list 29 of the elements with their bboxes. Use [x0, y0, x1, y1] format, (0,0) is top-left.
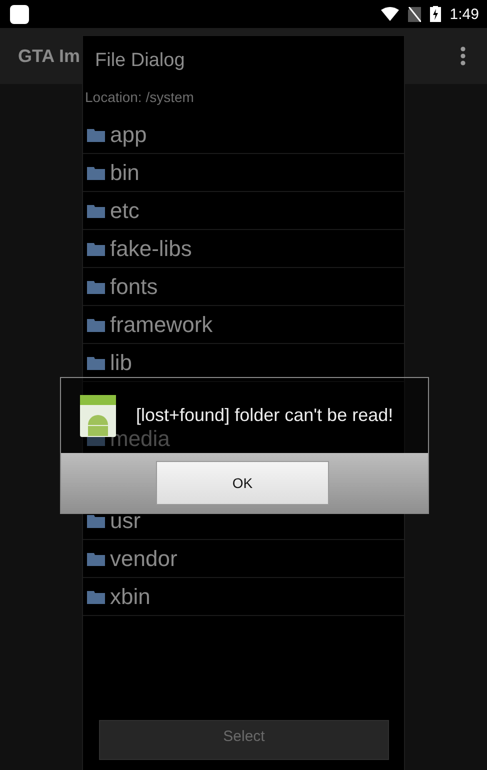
wifi-icon: [380, 7, 399, 21]
overflow-menu-icon[interactable]: [460, 46, 466, 66]
location-label: Location: /system: [84, 90, 195, 107]
no-sim-icon: [408, 6, 421, 22]
clock-time: 1:49: [450, 6, 479, 22]
folder-icon: [87, 242, 105, 256]
folder-name[interactable]: lib: [110, 350, 132, 376]
folder-icon: [87, 280, 105, 294]
folder-name[interactable]: fonts: [110, 274, 158, 300]
folder-name[interactable]: fake-libs: [110, 236, 192, 262]
folder-name[interactable]: bin: [110, 160, 140, 186]
folder-name[interactable]: framework: [110, 312, 213, 338]
ok-button[interactable]: OK: [156, 461, 329, 505]
app-title: GTA Im: [18, 46, 80, 66]
folder-icon: [87, 356, 105, 370]
notification-icon: [10, 4, 29, 24]
folder-icon: [87, 204, 105, 218]
folder-icon: [87, 128, 105, 142]
alert-message: [lost+found] folder can't be read!: [136, 405, 394, 426]
folder-icon: [87, 590, 105, 604]
folder-name[interactable]: app: [110, 122, 147, 148]
folder-name[interactable]: etc: [110, 198, 140, 224]
battery-charging-icon: [430, 6, 441, 22]
folder-name[interactable]: xbin: [110, 584, 150, 610]
folder-icon: [87, 552, 105, 566]
folder-name[interactable]: vendor: [110, 546, 178, 572]
folder-icon: [87, 166, 105, 180]
dialog-title: File Dialog: [94, 49, 186, 73]
folder-icon: [87, 318, 105, 332]
